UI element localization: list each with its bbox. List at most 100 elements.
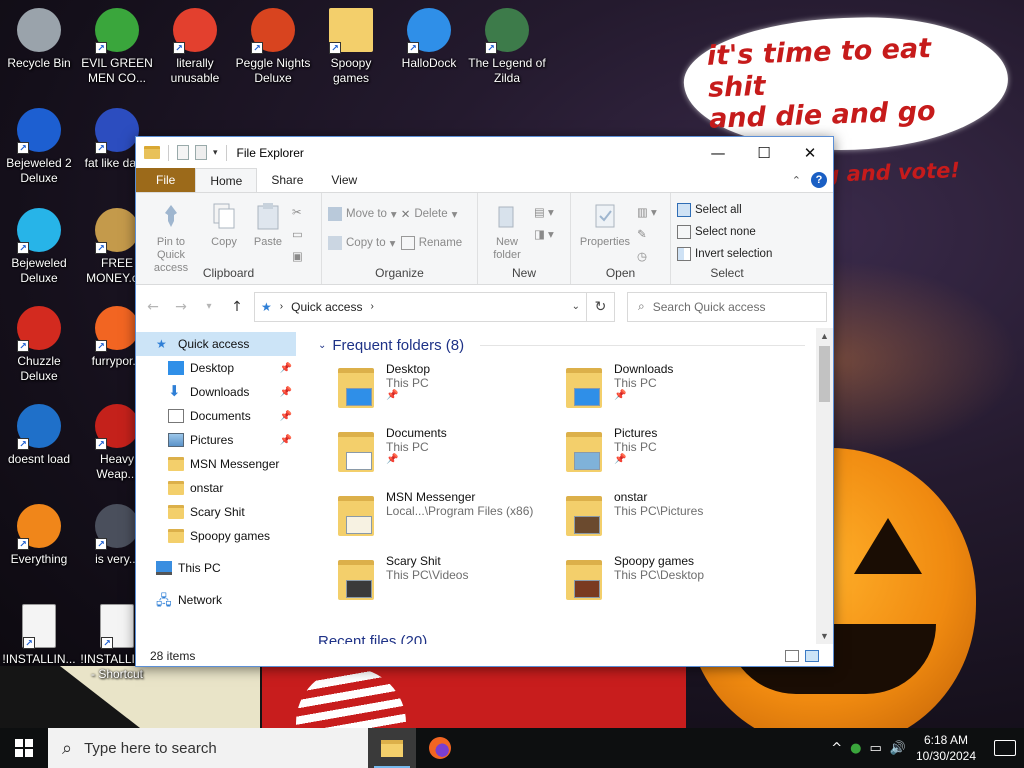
folder-overlay-icon xyxy=(346,452,372,470)
folder-tile[interactable]: MSN Messenger Local...\Program Files (x86… xyxy=(338,490,566,538)
nav-item-msn-messenger[interactable]: MSN Messenger xyxy=(136,452,296,476)
folder-tile[interactable]: onstar This PC\Pictures xyxy=(566,490,794,538)
taskbar-file-explorer[interactable] xyxy=(368,728,416,768)
nav-item-desktop[interactable]: Desktop 📌 xyxy=(136,356,296,380)
start-button[interactable] xyxy=(0,728,48,768)
msn-tray-icon[interactable]: ● xyxy=(850,741,861,756)
show-hidden-icons-icon[interactable]: ^ xyxy=(831,741,842,756)
paste-shortcut-icon[interactable]: ▣ xyxy=(292,247,303,265)
up-arrow-icon[interactable]: ↑ xyxy=(226,299,248,315)
delete-button[interactable]: ✕ Delete ▾ xyxy=(401,205,462,223)
collapse-ribbon-icon[interactable]: ⌃ xyxy=(792,174,801,187)
refresh-button[interactable]: ↻ xyxy=(587,291,615,322)
vertical-scrollbar[interactable]: ▲ ▼ xyxy=(816,328,833,644)
volume-icon[interactable]: 🔊 xyxy=(890,741,906,756)
tab-home[interactable]: Home xyxy=(195,168,258,192)
rename-button[interactable]: Rename xyxy=(400,234,462,252)
pin-icon[interactable]: 📌 xyxy=(280,411,292,422)
details-view-icon[interactable] xyxy=(785,650,799,662)
scrollbar-thumb[interactable] xyxy=(819,346,830,402)
breadcrumb-separator-icon[interactable]: › xyxy=(280,301,283,312)
forward-arrow-icon[interactable]: → xyxy=(170,299,192,315)
chevron-down-icon[interactable]: ▾ xyxy=(213,147,218,158)
desktop-icon[interactable]: ↗ Bejeweled Deluxe xyxy=(0,208,78,286)
copy-to-button[interactable]: Copy to ▾ xyxy=(328,234,397,252)
desktop-icon[interactable]: ↗ Everything xyxy=(0,504,78,567)
select-none-button[interactable]: Select none xyxy=(677,223,772,241)
maximize-button[interactable]: ☐ xyxy=(741,137,787,168)
tab-file[interactable]: File xyxy=(136,168,196,192)
folder-tile[interactable]: Pictures This PC 📌 xyxy=(566,426,794,474)
properties-icon[interactable] xyxy=(177,145,189,160)
nav-item-scary-shit[interactable]: Scary Shit xyxy=(136,500,296,524)
pin-icon[interactable]: 📌 xyxy=(280,387,292,398)
open-icon[interactable]: ▥ ▾ xyxy=(637,203,657,221)
new-folder-icon[interactable] xyxy=(195,145,207,160)
desktop-icon[interactable]: ↗ Bejeweled 2 Deluxe xyxy=(0,108,78,186)
tab-view[interactable]: View xyxy=(317,168,371,192)
cut-icon[interactable]: ✂ xyxy=(292,203,303,221)
notification-center-icon[interactable] xyxy=(994,740,1016,756)
breadcrumb-chevron-icon[interactable]: › xyxy=(370,301,373,312)
nav-item-pictures[interactable]: Pictures 📌 xyxy=(136,428,296,452)
invert-selection-button[interactable]: Invert selection xyxy=(677,245,772,263)
desktop-icon[interactable]: ↗ HalloDock xyxy=(390,8,468,71)
pin-icon[interactable]: 📌 xyxy=(280,363,292,374)
title-bar[interactable]: ▾ File Explorer — ☐ ✕ xyxy=(136,137,833,168)
desktop-icon[interactable]: ↗ Peggle Nights Deluxe xyxy=(234,8,312,86)
history-icon[interactable]: ◷ xyxy=(637,247,657,265)
desktop-icon[interactable]: ↗ !INSTALLIN... xyxy=(0,604,78,667)
desktop-icon[interactable]: ↗ literally unusable xyxy=(156,8,234,86)
folder-tile[interactable]: Downloads This PC 📌 xyxy=(566,362,794,410)
folder-tile[interactable]: Documents This PC 📌 xyxy=(338,426,566,474)
file-explorer-window[interactable]: ▾ File Explorer — ☐ ✕ File Home Share Vi… xyxy=(135,136,834,667)
scroll-up-icon[interactable]: ▲ xyxy=(816,331,833,341)
clock[interactable]: 6:18 AM 10/30/2024 xyxy=(914,732,978,764)
breadcrumb[interactable]: Quick access xyxy=(291,300,362,314)
nav-item-quick-access[interactable]: ★ Quick access xyxy=(136,332,296,356)
back-arrow-icon[interactable]: ← xyxy=(142,299,164,315)
folder-icon[interactable] xyxy=(144,146,160,159)
address-bar[interactable]: ★ › Quick access › ⌄ xyxy=(254,291,587,322)
pin-icon[interactable]: 📌 xyxy=(280,435,292,446)
desktop-icon[interactable]: ↗ The Legend of Zilda xyxy=(468,8,546,86)
search-input[interactable]: ⌕ Search Quick access xyxy=(627,291,827,322)
move-to-button[interactable]: Move to ▾ xyxy=(328,205,397,223)
folder-tile[interactable]: Scary Shit This PC\Videos xyxy=(338,554,566,602)
desktop-icon[interactable]: Recycle Bin xyxy=(0,8,78,71)
nav-item-downloads[interactable]: ⬇ Downloads 📌 xyxy=(136,380,296,404)
copy-path-icon[interactable]: ▭ xyxy=(292,225,303,243)
nav-item-spoopy-games[interactable]: Spoopy games xyxy=(136,524,296,548)
desktop-icon[interactable]: ↗ Spoopy games xyxy=(312,8,390,86)
nav-item-this-pc[interactable]: This PC xyxy=(136,556,296,580)
folder-tile[interactable]: Desktop This PC 📌 xyxy=(338,362,566,410)
scroll-down-icon[interactable]: ▼ xyxy=(816,631,833,641)
explorer-body: ★ Quick access Desktop 📌 ⬇ Downloads 📌 Docu… xyxy=(136,328,833,644)
desktop-icon[interactable]: ↗ Chuzzle Deluxe xyxy=(0,306,78,384)
help-icon[interactable]: ? xyxy=(811,172,827,188)
address-dropdown-icon[interactable]: ⌄ xyxy=(572,301,580,312)
network-tray-icon[interactable]: ▭ xyxy=(870,741,882,756)
nav-item-network[interactable]: 🖧 Network xyxy=(136,588,296,612)
tab-share[interactable]: Share xyxy=(257,168,317,192)
folder-tile[interactable]: Spoopy games This PC\Desktop xyxy=(566,554,794,602)
taskbar-search-box[interactable]: ⌕ Type here to search xyxy=(48,728,368,768)
frequent-folders-header[interactable]: ⌄ Frequent folders (8) xyxy=(318,328,833,362)
desktop-icon[interactable]: ↗ doesnt load xyxy=(0,404,78,467)
desktop-icon[interactable]: ↗ EVIL GREEN MEN CO... xyxy=(78,8,156,86)
new-item-icon[interactable]: ▤ ▾ xyxy=(534,203,554,221)
nav-item-documents[interactable]: Documents 📌 xyxy=(136,404,296,428)
close-button[interactable]: ✕ xyxy=(787,137,833,168)
easy-access-icon[interactable]: ◨ ▾ xyxy=(534,225,554,243)
select-all-button[interactable]: Select all xyxy=(677,201,772,219)
recent-files-header[interactable]: Recent files (20) xyxy=(318,633,427,644)
text-file-icon: ↗ xyxy=(22,604,56,649)
nav-item-onstar[interactable]: onstar xyxy=(136,476,296,500)
chevron-down-icon[interactable]: ⌄ xyxy=(318,340,326,351)
large-icons-view-icon[interactable] xyxy=(805,650,819,662)
taskbar-firefox[interactable] xyxy=(416,728,464,768)
minimize-button[interactable]: — xyxy=(695,137,741,168)
recent-locations-icon[interactable]: ▾ xyxy=(198,301,220,312)
edit-icon[interactable]: ✎ xyxy=(637,225,657,243)
desktop-icon-label: doesnt load xyxy=(7,452,71,466)
